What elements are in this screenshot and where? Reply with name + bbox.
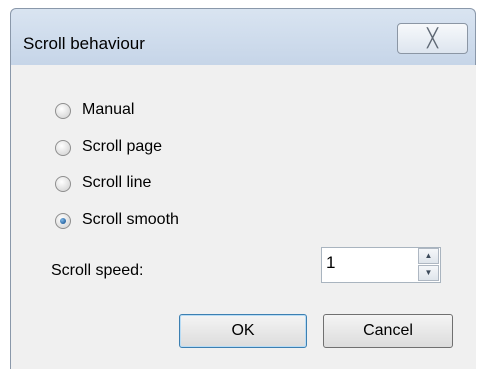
close-icon: ╳ <box>427 28 438 48</box>
dialog-body: Manual Scroll page Scroll line Scroll sm… <box>10 65 476 369</box>
radio-label-scroll-page[interactable]: Scroll page <box>82 138 162 156</box>
cancel-button[interactable]: Cancel <box>323 314 453 348</box>
title-bar: Scroll behaviour ╳ <box>10 8 476 65</box>
scroll-speed-label: Scroll speed: <box>51 262 144 279</box>
spin-down-icon[interactable]: ▼ <box>418 265 439 281</box>
radio-button-icon[interactable] <box>55 103 71 119</box>
radio-button-icon[interactable] <box>55 140 71 156</box>
radio-label-scroll-smooth[interactable]: Scroll smooth <box>82 211 179 229</box>
radio-label-scroll-line[interactable]: Scroll line <box>82 174 151 192</box>
radio-button-icon[interactable] <box>55 176 71 192</box>
radio-label-manual[interactable]: Manual <box>82 101 134 119</box>
scroll-behaviour-dialog: Scroll behaviour ╳ Manual Scroll page Sc… <box>10 8 476 369</box>
dialog-title: Scroll behaviour <box>23 34 145 53</box>
scroll-speed-stepper[interactable]: 1 ▲ ▼ <box>321 247 441 283</box>
close-button[interactable]: ╳ <box>397 23 468 54</box>
spin-buttons: ▲ ▼ <box>418 248 440 282</box>
scroll-speed-value[interactable]: 1 <box>326 253 335 273</box>
spin-up-icon[interactable]: ▲ <box>418 248 439 264</box>
radio-button-icon-selected[interactable] <box>55 213 71 229</box>
radio-selected-dot-icon <box>60 218 66 224</box>
ok-button[interactable]: OK <box>179 314 307 348</box>
